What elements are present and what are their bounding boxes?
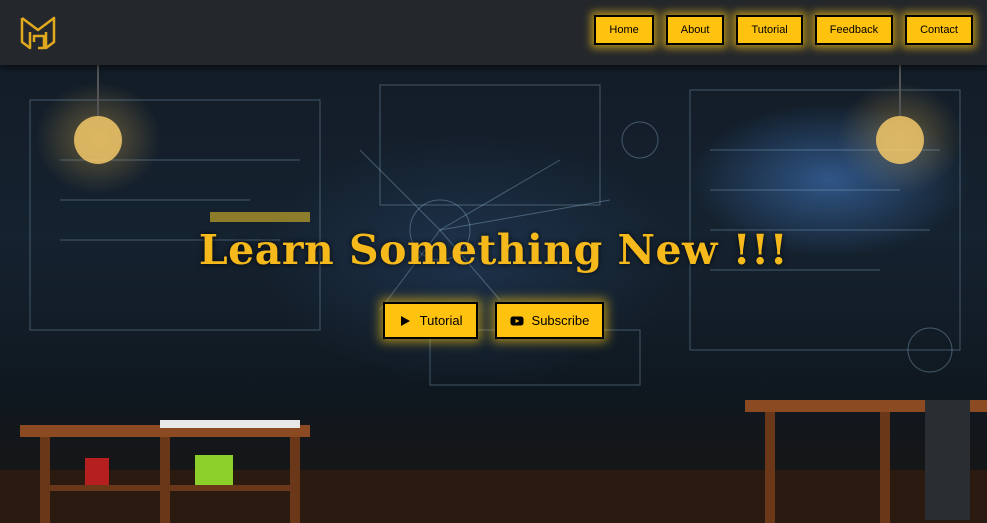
classroom-furniture [0, 400, 987, 523]
play-icon [398, 314, 412, 328]
nav-home-button[interactable]: Home [594, 15, 654, 45]
page: Home About Tutorial Feedback Contact Lea… [0, 0, 987, 523]
tutorial-button[interactable]: Tutorial [382, 302, 478, 339]
mg-logo-icon[interactable] [18, 12, 58, 52]
hero-actions: Tutorial Subscribe [0, 302, 987, 339]
subscribe-button[interactable]: Subscribe [494, 302, 605, 339]
nav-about-button[interactable]: About [665, 15, 725, 45]
subscribe-button-label: Subscribe [531, 313, 590, 328]
main-nav: Home About Tutorial Feedback Contact [594, 15, 973, 45]
navbar: Home About Tutorial Feedback Contact [0, 0, 987, 65]
hero-title: Learn Something New !!! [198, 226, 789, 274]
tutorial-button-label: Tutorial [419, 313, 463, 328]
nav-feedback-button[interactable]: Feedback [814, 15, 894, 45]
nav-tutorial-button[interactable]: Tutorial [736, 15, 803, 45]
nav-contact-button[interactable]: Contact [905, 15, 973, 45]
youtube-icon [510, 314, 524, 328]
